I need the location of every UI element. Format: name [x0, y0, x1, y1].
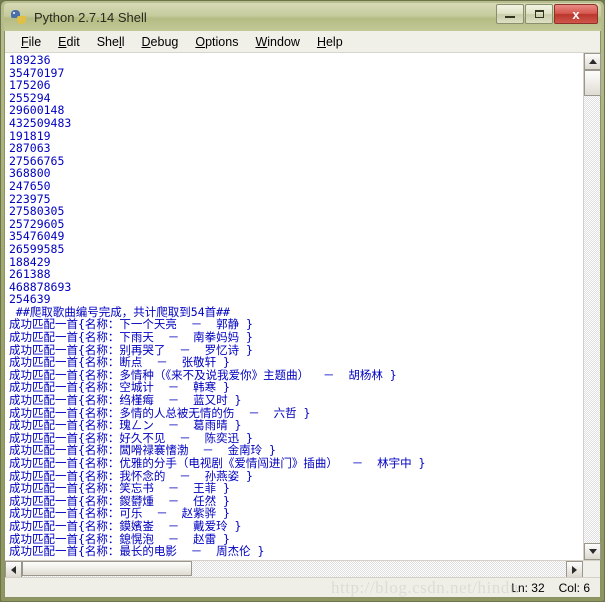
watermark-text: http://blog.csdn.net/hindu	[331, 578, 519, 597]
menu-help-label: elp	[325, 34, 343, 49]
console-line: 成功匹配一首{名称：瑰ㄥン － 葛雨晴 }	[9, 418, 242, 433]
scroll-up-button[interactable]	[584, 53, 601, 70]
horizontal-scroll-track[interactable]	[22, 561, 566, 577]
console-line: 成功匹配一首{名称：最长的电影 － 周杰伦 }	[9, 544, 265, 559]
horizontal-scrollbar[interactable]	[5, 560, 600, 578]
console-line: 261388	[9, 267, 51, 282]
console-line: 255294	[9, 90, 51, 105]
vertical-scroll-thumb[interactable]	[584, 70, 601, 96]
console-line: 287063	[9, 141, 51, 156]
triangle-left-icon	[11, 565, 16, 574]
console-line: 35470197	[9, 65, 65, 80]
console-line: 191819	[9, 128, 51, 143]
console-line: 成功匹配一首{名称：下雨天 － 南拳妈妈 }	[9, 330, 253, 345]
minimize-icon	[505, 16, 515, 18]
console-line: 29600148	[9, 103, 65, 118]
vertical-scrollbar[interactable]	[583, 53, 601, 560]
console-line: 175206	[9, 78, 51, 93]
console-line: 223975	[9, 191, 51, 206]
console-line: 成功匹配一首{名称：鏌嬪崟 － 戴爱玲 }	[9, 518, 242, 533]
console-line: 188429	[9, 254, 51, 269]
menu-debug[interactable]: Debug	[134, 34, 188, 50]
horizontal-scroll-thumb[interactable]	[22, 561, 192, 576]
window-title: Python 2.7.14 Shell	[34, 9, 147, 25]
menu-help[interactable]: Help	[309, 34, 352, 50]
menu-edit[interactable]: Edit	[50, 34, 89, 50]
console-line: 25729605	[9, 216, 65, 231]
status-column-number: Col: 6	[558, 580, 590, 595]
scroll-down-button[interactable]	[584, 543, 601, 560]
client-area: File Edit Shell Debug Options Window Hel…	[4, 31, 601, 598]
text-area-wrapper: 189236 35470197 175206 255294 29600148 432509…	[5, 53, 601, 560]
console-line: 189236	[9, 53, 51, 67]
menu-file-label: ile	[28, 34, 42, 49]
scroll-left-button[interactable]	[5, 561, 22, 578]
console-line: 26599585	[9, 241, 65, 256]
console-line: 成功匹配一首{名称：断点 － 张敬轩 }	[9, 355, 230, 370]
status-line-number: Ln: 32	[511, 580, 545, 595]
maximize-button[interactable]	[525, 4, 553, 24]
console-line: 254639	[9, 292, 51, 307]
menu-file[interactable]: File	[13, 34, 50, 50]
minimize-button[interactable]	[496, 4, 524, 24]
close-button[interactable]: x	[554, 4, 598, 24]
console-line: 432509483	[9, 115, 72, 130]
status-bar: http://blog.csdn.net/hindu Ln: 32 Col: 6	[5, 577, 600, 597]
console-line: 成功匹配一首{名称：绉槿痗 － 蓝又时 }	[9, 393, 242, 408]
menu-debug-label: ebug	[150, 34, 179, 49]
console-line: 35476049	[9, 229, 65, 244]
menu-options-label: ptions	[205, 34, 239, 49]
menu-window[interactable]: Window	[247, 34, 308, 50]
console-line: 27566765	[9, 153, 65, 168]
scroll-right-button[interactable]	[566, 561, 583, 578]
menu-edit-label: dit	[66, 34, 80, 49]
shell-window: Python 2.7.14 Shell x File Edit Shell De…	[0, 0, 605, 602]
menu-shell[interactable]: Shell	[89, 34, 134, 50]
triangle-up-icon	[588, 59, 597, 64]
shell-output-area[interactable]: 189236 35470197 175206 255294 29600148 432509…	[5, 53, 583, 560]
menu-window-label: indow	[267, 34, 300, 49]
menu-options[interactable]: Options	[187, 34, 247, 50]
scrollbar-corner	[583, 561, 600, 577]
console-text: 189236 35470197 175206 255294 29600148 432509…	[9, 54, 583, 558]
menu-bar: File Edit Shell Debug Options Window Hel…	[5, 31, 600, 53]
console-line: 成功匹配一首{名称：优雅的分手（电视剧《爱情闯进门》插曲） － 林宇中 }	[9, 456, 426, 470]
console-line: 成功匹配一首{名称：笑忘书 － 王菲 }	[9, 481, 230, 496]
window-controls: x	[496, 4, 598, 24]
console-line: 27580305	[9, 204, 65, 219]
maximize-icon	[534, 10, 544, 18]
triangle-right-icon	[572, 565, 577, 574]
triangle-down-icon	[588, 549, 597, 554]
console-line: 468878693	[9, 279, 72, 294]
console-line: 368800	[9, 166, 51, 181]
console-line: 247650	[9, 178, 51, 193]
title-bar: Python 2.7.14 Shell x	[4, 3, 601, 31]
python-icon	[10, 8, 28, 26]
